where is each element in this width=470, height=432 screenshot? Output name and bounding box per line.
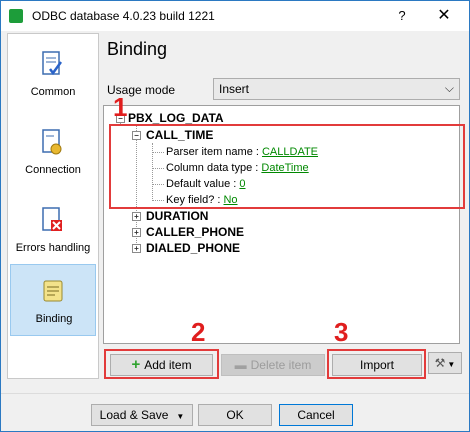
tools-icon: ⚒ bbox=[434, 356, 446, 370]
tree-node-dialed-phone[interactable]: DIALED_PHONE bbox=[146, 241, 240, 255]
app-icon bbox=[9, 9, 23, 23]
document-check-icon bbox=[42, 51, 63, 76]
ok-button[interactable]: OK bbox=[198, 404, 272, 426]
close-button[interactable]: ✕ bbox=[421, 1, 467, 31]
cancel-button[interactable]: Cancel bbox=[279, 404, 353, 426]
expand-node-icon[interactable]: + bbox=[132, 228, 141, 237]
tree-root[interactable]: PBX_LOG_DATA bbox=[128, 111, 224, 125]
load-save-label: Load & Save bbox=[99, 408, 169, 422]
tree-node-caller-phone[interactable]: CALLER_PHONE bbox=[146, 225, 244, 239]
callout-number-3: 3 bbox=[334, 317, 349, 347]
nav-item-connection[interactable]: Connection bbox=[10, 116, 96, 188]
dropdown-arrow-icon: ▼ bbox=[176, 412, 185, 421]
nav-item-errors-handling[interactable]: Errors handling bbox=[10, 194, 96, 266]
title-bar: ODBC database 4.0.23 build 1221 ? ✕ bbox=[1, 1, 469, 31]
chevron-down-icon: ⌵ bbox=[444, 81, 454, 95]
nav-item-binding[interactable]: Binding bbox=[10, 264, 96, 336]
footer-divider bbox=[1, 393, 469, 394]
expand-node-icon[interactable]: + bbox=[132, 212, 141, 221]
highlight-box-2 bbox=[104, 349, 219, 379]
tools-menu-button[interactable]: ⚒ ▼ bbox=[428, 352, 462, 374]
binding-icon bbox=[43, 280, 63, 302]
window-title: ODBC database 4.0.23 build 1221 bbox=[32, 9, 215, 23]
nav-item-common[interactable]: Common bbox=[10, 38, 96, 110]
nav-label-connection: Connection bbox=[25, 164, 81, 176]
highlight-box-3 bbox=[327, 349, 426, 379]
nav-label-common: Common bbox=[30, 86, 76, 98]
cancel-label: Cancel bbox=[297, 408, 335, 422]
error-document-icon bbox=[42, 207, 62, 231]
callout-number-1: 1 bbox=[113, 92, 128, 122]
dialog-window: ODBC database 4.0.23 build 1221 ? ✕ Comm… bbox=[0, 0, 470, 432]
page-title: Binding bbox=[107, 39, 168, 59]
usage-mode-value: Insert bbox=[219, 82, 250, 96]
dropdown-arrow-icon: ▼ bbox=[447, 360, 456, 369]
callout-number-2: 2 bbox=[191, 317, 206, 347]
minus-icon: ▬ bbox=[234, 358, 247, 372]
nav-label-binding: Binding bbox=[35, 313, 73, 325]
left-nav-pane: Common Connection Errors handling Bindin… bbox=[7, 33, 99, 379]
delete-item-label: Delete item bbox=[250, 358, 312, 372]
tree-node-duration[interactable]: DURATION bbox=[146, 209, 208, 223]
nav-label-errors-handling: Errors handling bbox=[15, 242, 91, 254]
expand-node-icon[interactable]: + bbox=[132, 244, 141, 253]
highlight-box-1 bbox=[109, 124, 465, 209]
delete-item-button[interactable]: ▬ Delete item bbox=[221, 354, 325, 376]
connection-icon bbox=[42, 129, 62, 155]
help-button[interactable]: ? bbox=[391, 1, 413, 31]
ok-label: OK bbox=[226, 408, 244, 422]
usage-mode-select[interactable]: Insert ⌵ bbox=[213, 78, 460, 100]
load-save-button[interactable]: Load & Save ▼ bbox=[91, 404, 193, 426]
